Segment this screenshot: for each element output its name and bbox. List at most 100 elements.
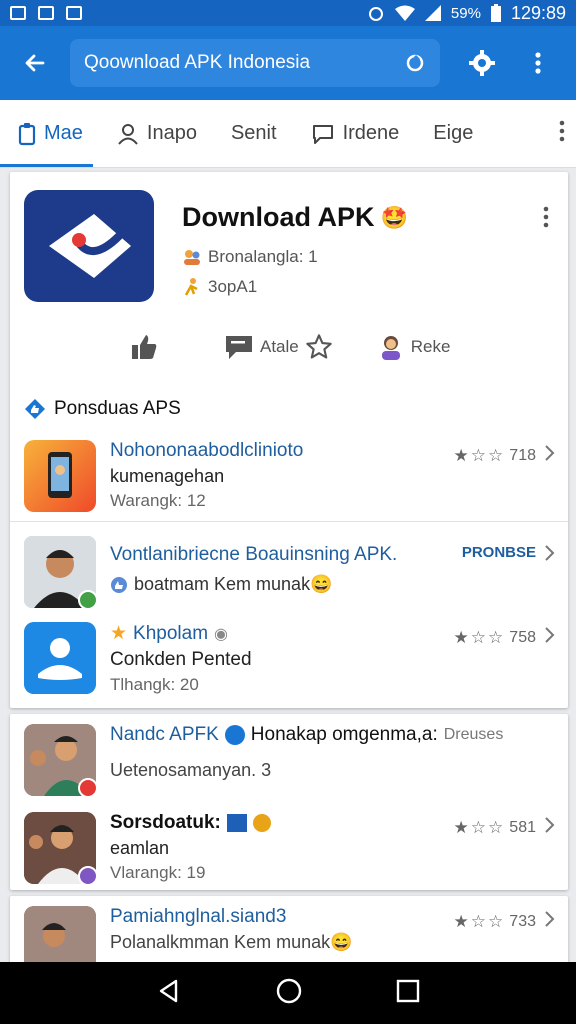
tab-inapo[interactable]: Inapo — [117, 100, 197, 167]
reviewers-label: Reke — [410, 337, 451, 356]
star-icon: ★ — [110, 623, 128, 644]
apk-logo-icon — [49, 214, 131, 278]
globe-icon: ◉ — [214, 625, 229, 643]
item-rating: ★ ☆ ☆ 581 — [454, 818, 536, 838]
tab-senit[interactable]: Senit — [231, 100, 277, 167]
tab-label: Mae — [44, 122, 83, 144]
back-button[interactable] — [12, 40, 58, 86]
star-filled-icon: ★ — [453, 818, 469, 837]
item-title-text: Khpolam — [133, 622, 209, 644]
item-tag: PRONBSE — [461, 544, 536, 561]
chrome-badge-icon — [252, 814, 271, 832]
app-title-text: Download APK — [182, 202, 375, 232]
app-thumbnail — [24, 440, 96, 512]
tabs-overflow-button[interactable] — [558, 120, 566, 147]
more-vert-icon — [543, 206, 549, 228]
favorite-button[interactable] — [305, 333, 333, 361]
settings-button[interactable] — [456, 37, 508, 89]
item-title: Nandc APFK Honakap omgenma,a: Dreuses — [110, 724, 554, 746]
item-subtitle: boatmam Kem munak😄 — [110, 574, 554, 595]
image-notification-icon — [10, 6, 26, 20]
item-rating: ★ ☆ ☆ 718 — [454, 446, 536, 466]
user-avatar — [24, 812, 98, 886]
item-title-text: Nandc APFK — [110, 724, 219, 745]
list-item[interactable]: Nohononaabodlclinioto kumenagehan Warang… — [10, 430, 568, 522]
chat-icon — [312, 124, 333, 144]
rating-count: 733 — [509, 913, 536, 930]
app-menu-button[interactable] — [542, 206, 550, 233]
list-item[interactable]: Nandc APFK Honakap omgenma,a: Dreuses Ue… — [10, 714, 568, 802]
star-outline-icon: ☆ — [488, 628, 504, 647]
app-version-text: 3opA1 — [208, 277, 258, 296]
battery-level: 59% — [450, 4, 481, 22]
nav-back-button[interactable] — [156, 978, 182, 1009]
like-button[interactable] — [130, 333, 158, 361]
tab-label: Irdene — [342, 122, 400, 144]
person-icon — [118, 123, 138, 145]
arrow-left-icon — [25, 54, 45, 72]
search-input[interactable]: Qoownload APK Indonesia — [70, 39, 440, 87]
section-header: Ponsduas APS — [10, 392, 568, 430]
item-rating: ★ ☆ ☆ 733 — [454, 912, 536, 932]
app-bar: Qoownload APK Indonesia — [0, 26, 576, 100]
square-recents-icon — [396, 979, 419, 1002]
signal-icon — [424, 5, 441, 21]
nav-home-button[interactable] — [275, 977, 303, 1010]
app-detail-card: Download APK 🤩 Bronalangla: 1 3opA1 Atal… — [10, 172, 568, 708]
nav-recents-button[interactable] — [396, 979, 420, 1008]
chevron-right-icon — [544, 444, 556, 467]
contact-icon — [24, 622, 96, 694]
thumbs-up-badge-icon — [25, 399, 45, 419]
star-outline-icon — [306, 334, 332, 359]
section-title: Ponsduas APS — [54, 398, 181, 419]
item-rating: ★ ☆ ☆ 758 — [454, 628, 536, 648]
chevron-right-icon — [544, 910, 556, 933]
comment-button[interactable]: Atale — [224, 333, 299, 361]
phone-icon — [48, 452, 72, 498]
more-vert-icon — [559, 120, 565, 142]
viber-badge-icon — [78, 866, 98, 886]
app-list-card: Nandc APFK Honakap omgenma,a: Dreuses Ue… — [10, 714, 568, 890]
item-subtitle-text: boatmam Kem munak😄 — [134, 574, 333, 594]
app-version: 3opA1 — [182, 277, 408, 297]
app-developer: Bronalangla: 1 — [182, 247, 408, 267]
circle-home-icon — [276, 978, 302, 1003]
item-subtitle: kumenagehan — [110, 466, 225, 486]
rating-count: 718 — [509, 447, 536, 464]
tab-eige[interactable]: Eige — [433, 100, 473, 167]
star-outline-icon: ☆ — [470, 446, 487, 465]
list-item[interactable]: Vontlanibriecne Boauinsning APK. boatmam… — [10, 522, 568, 612]
list-item[interactable]: ★ Khpolam ◉ Conkden Pented Tlhangk: 20 ★… — [10, 612, 568, 704]
search-query: Qoownload APK Indonesia — [84, 52, 311, 73]
store-notification-icon — [66, 6, 82, 20]
star-outline-icon: ☆ — [470, 818, 487, 837]
person-photo-icon — [24, 906, 96, 966]
app-logo[interactable] — [24, 190, 154, 302]
star-outline-icon: ☆ — [488, 912, 504, 931]
item-meta: Tlhangk: 20 — [110, 675, 199, 694]
battery-icon — [490, 4, 501, 22]
status-bar: 59% 129:89 — [0, 0, 576, 26]
clock: 129:89 — [510, 2, 566, 23]
comment-label: Atale — [260, 337, 299, 356]
app-title: Download APK 🤩 — [182, 202, 408, 233]
tab-label: Eige — [433, 122, 474, 144]
item-title-tail: Dreuses — [443, 726, 504, 743]
star-outline-icon: ☆ — [488, 818, 504, 837]
chevron-right-icon — [544, 816, 556, 839]
list-item[interactable]: Sorsdoatuk: eamlan Vlarangk: 19 ★ ☆ ☆ 58… — [10, 802, 568, 890]
star-outline-icon: ☆ — [488, 446, 504, 465]
comment-icon — [226, 336, 252, 359]
overflow-menu-button[interactable] — [512, 37, 564, 89]
app-header: Download APK 🤩 Bronalangla: 1 3opA1 — [10, 172, 568, 302]
gallery-notification-icon — [38, 6, 54, 20]
triangle-back-icon — [160, 979, 178, 1002]
tab-irdene[interactable]: Irdene — [311, 100, 400, 167]
item-subtitle: eamlan — [110, 838, 170, 858]
list-item[interactable]: Pamiahnglnal.siand3 Polanalkmman Kem mun… — [10, 896, 568, 966]
tab-mae[interactable]: Mae — [0, 100, 93, 167]
item-subtitle: Uetenosamanyan. 3 — [110, 760, 272, 780]
notification-badge-icon — [78, 778, 98, 798]
voice-search-icon[interactable] — [404, 52, 426, 74]
reviewers-button[interactable]: Reke — [377, 333, 451, 361]
